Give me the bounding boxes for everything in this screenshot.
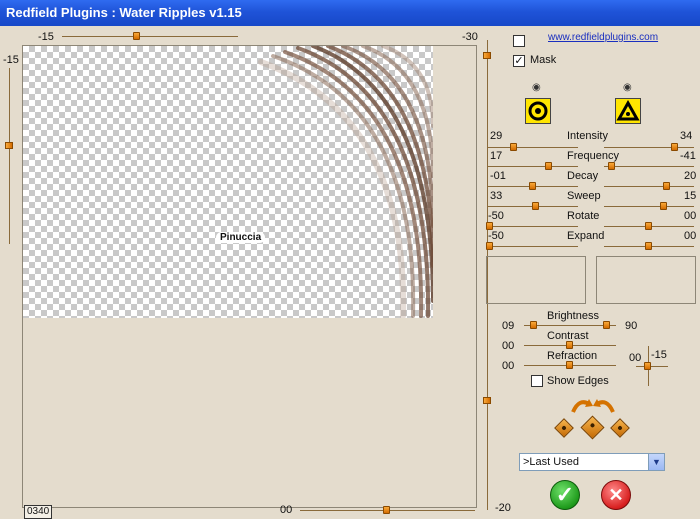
intensity-left-knob[interactable] (510, 143, 517, 151)
brightness-right-value: 90 (625, 320, 638, 332)
contrast-knob[interactable] (566, 341, 573, 349)
reset-checkbox[interactable] (513, 35, 525, 47)
left-slider-track[interactable] (9, 68, 10, 244)
ripple-image (258, 46, 433, 318)
expand-left-slider[interactable] (488, 246, 578, 247)
intensity-right-slider[interactable] (604, 147, 694, 148)
rotate-label: Rotate (567, 210, 600, 222)
top-slider-track[interactable] (62, 36, 238, 37)
close-icon: ✕ (608, 485, 624, 505)
frequency-right-slider[interactable] (604, 166, 694, 167)
top-slider-knob[interactable] (133, 32, 140, 40)
light-position-knob[interactable] (644, 362, 651, 370)
frequency-label: Frequency (567, 150, 619, 162)
refraction-value: 00 (502, 360, 515, 372)
eye-icon-left[interactable]: ◉ (532, 82, 541, 93)
sweep-right-slider[interactable] (604, 206, 694, 207)
intensity-right-value: 34 (680, 130, 693, 142)
rotate-right-value: 00 (684, 210, 697, 222)
website-link[interactable]: www.redfieldplugins.com (548, 32, 658, 43)
mask-checkbox[interactable]: ✓ (513, 55, 525, 67)
intensity-label: Intensity (567, 130, 608, 142)
preview-canvas[interactable]: Pinuccia (23, 46, 433, 318)
watermark-text: Pinuccia (216, 232, 266, 243)
frequency-left-knob[interactable] (545, 162, 552, 170)
check-icon: ✓ (555, 482, 575, 507)
right-slider-knob-top[interactable] (483, 52, 491, 59)
expand-label: Expand (567, 230, 605, 242)
sweep-label: Sweep (567, 190, 601, 202)
frequency-left-value: 17 (490, 150, 503, 162)
bottom-slider-knob[interactable] (383, 506, 390, 514)
chevron-down-icon[interactable]: ▼ (648, 454, 664, 470)
random-arrows-icon[interactable] (569, 396, 617, 414)
cancel-button[interactable]: ✕ (601, 480, 631, 510)
sweep-right-knob[interactable] (660, 202, 667, 210)
refraction-knob[interactable] (566, 361, 573, 369)
eye-icon-right[interactable]: ◉ (623, 82, 632, 93)
top-slider-value: -15 (38, 31, 54, 43)
contrast-value: 00 (502, 340, 515, 352)
mask-label: Mask (530, 54, 557, 66)
decay-right-value: 20 (684, 170, 697, 182)
light-y-value: -15 (651, 349, 667, 361)
rotate-left-knob[interactable] (486, 222, 493, 230)
brightness-right-knob[interactable] (603, 321, 610, 329)
light-x-value: 00 (629, 352, 642, 364)
brightness-label: Brightness (547, 310, 599, 322)
right-slider-knob-bottom[interactable] (483, 397, 491, 404)
rotate-left-value: -50 (488, 210, 504, 222)
expand-right-knob[interactable] (645, 242, 652, 250)
rotate-right-knob[interactable] (645, 222, 652, 230)
decay-label: Decay (567, 170, 599, 182)
left-slider-value: -15 (3, 54, 19, 66)
frame-counter: 0340 (24, 505, 53, 519)
top-right-value: -30 (462, 31, 478, 43)
decay-left-value: -01 (490, 170, 506, 182)
frequency-right-knob[interactable] (608, 162, 615, 170)
dice-large-icon[interactable] (580, 415, 605, 440)
light-x-track[interactable] (636, 366, 668, 367)
circle-mode-icon[interactable] (525, 98, 551, 124)
expand-left-value: -50 (488, 230, 504, 242)
brightness-left-value: 09 (502, 320, 515, 332)
window-title: Redfield Plugins : Water Ripples v1.15 (0, 0, 700, 26)
sweep-left-value: 33 (490, 190, 503, 202)
sweep-right-value: 15 (684, 190, 697, 202)
decay-right-knob[interactable] (663, 182, 670, 190)
triangle-mode-icon[interactable] (615, 98, 641, 124)
bottom-right-value: -20 (495, 502, 511, 514)
expand-left-knob[interactable] (486, 242, 493, 250)
intensity-left-slider[interactable] (488, 147, 578, 148)
preview-area[interactable]: Pinuccia (22, 45, 477, 508)
ok-button[interactable]: ✓ (550, 480, 580, 510)
decay-left-knob[interactable] (529, 182, 536, 190)
preset-selected-value: >Last Used (523, 456, 579, 468)
intensity-right-knob[interactable] (671, 143, 678, 151)
decay-right-slider[interactable] (604, 186, 694, 187)
show-edges-label: Show Edges (547, 375, 609, 387)
intensity-left-value: 29 (490, 130, 503, 142)
show-edges-checkbox[interactable] (531, 375, 543, 387)
left-slider-knob[interactable] (5, 142, 13, 149)
frequency-right-value: -41 (680, 150, 696, 162)
expand-right-value: 00 (684, 230, 697, 242)
thumbnail-box-right[interactable] (596, 256, 696, 304)
dice-small-right-icon[interactable] (610, 418, 630, 438)
dice-small-left-icon[interactable] (554, 418, 574, 438)
rotate-left-slider[interactable] (488, 226, 578, 227)
preset-select[interactable]: >Last Used ▼ (519, 453, 665, 471)
sweep-left-knob[interactable] (532, 202, 539, 210)
brightness-left-knob[interactable] (530, 321, 537, 329)
thumbnail-box-left[interactable] (486, 256, 586, 304)
bottom-slider-value: 00 (280, 504, 293, 516)
frequency-left-slider[interactable] (488, 166, 578, 167)
